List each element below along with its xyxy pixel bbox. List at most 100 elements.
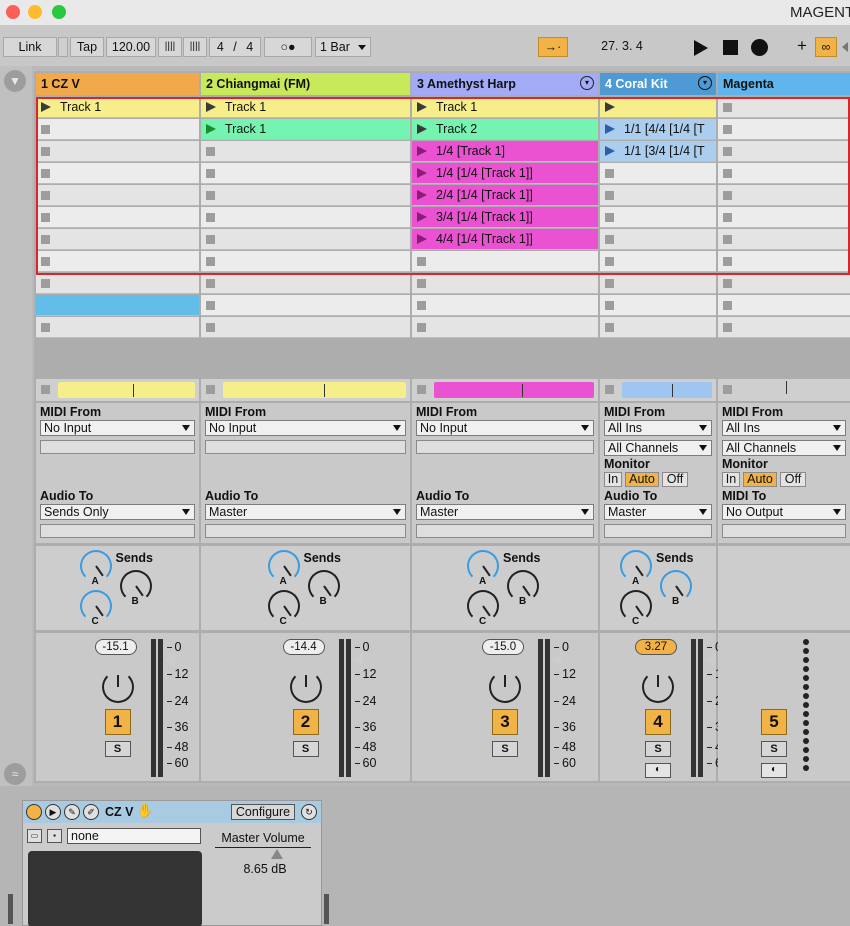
pan-knob[interactable] (642, 671, 674, 703)
clip-overview[interactable] (600, 379, 716, 401)
clip-stop-icon[interactable] (206, 147, 215, 156)
clip-slot[interactable]: Track 2 (412, 119, 598, 140)
clip-slot[interactable] (201, 295, 410, 316)
pan-knob[interactable] (101, 671, 134, 703)
add-icon[interactable]: + (791, 37, 813, 57)
record-icon[interactable] (751, 39, 768, 56)
clip-stop-icon[interactable] (206, 323, 215, 332)
clip-slot[interactable]: Track 1 (201, 97, 410, 118)
track-header[interactable]: 1 CZ V (36, 73, 199, 95)
monitor-in-button[interactable]: In (722, 472, 740, 487)
clip-slot[interactable]: Track 1 (412, 97, 598, 118)
clip-slot[interactable] (201, 207, 410, 228)
clip-slot[interactable] (718, 207, 850, 228)
clip-play-icon[interactable] (417, 168, 427, 178)
metronome-toggle[interactable]: ○● (264, 37, 312, 57)
clip-stop-icon[interactable] (41, 279, 50, 288)
stop-icon[interactable] (723, 40, 738, 55)
clip-slot[interactable] (36, 163, 199, 184)
volume-field[interactable]: -15.0 (482, 639, 524, 655)
output-dropdown[interactable]: Master (205, 504, 406, 520)
monitor-in-button[interactable]: In (604, 472, 622, 487)
clip-stop-icon[interactable] (206, 301, 215, 310)
minimize-window-button[interactable] (28, 5, 42, 19)
clip-slot[interactable] (201, 251, 410, 272)
channel-dropdown[interactable]: All Channels (604, 440, 712, 456)
clip-slot[interactable] (201, 229, 410, 250)
folder-icon[interactable]: ▭ (27, 829, 42, 843)
clip-slot[interactable] (718, 185, 850, 206)
midi-from-dropdown[interactable]: No Input (205, 420, 406, 436)
clip-play-icon[interactable] (417, 234, 427, 244)
clip-slot[interactable] (600, 97, 716, 118)
track-activator-button[interactable]: 5 (761, 709, 787, 735)
output-channel-field[interactable] (205, 524, 406, 538)
clip-slot[interactable] (718, 317, 850, 338)
clip-slot[interactable] (36, 295, 199, 316)
song-position-field[interactable]: 27. 3. 4 (570, 37, 674, 57)
clip-stop-icon[interactable] (417, 323, 426, 332)
clip-play-icon[interactable] (417, 146, 427, 156)
close-window-button[interactable] (6, 5, 20, 19)
clip-slot[interactable]: 1/4 [Track 1] (412, 141, 598, 162)
midi-from-dropdown[interactable]: All Ins (604, 420, 712, 436)
channel-field[interactable] (205, 440, 406, 454)
midi-from-dropdown[interactable]: No Input (40, 420, 195, 436)
clip-slot[interactable] (600, 251, 716, 272)
volume-fader-handle[interactable] (163, 653, 175, 667)
clip-play-icon[interactable] (417, 190, 427, 200)
clip-slot[interactable] (718, 273, 850, 294)
clip-stop-icon[interactable] (206, 169, 215, 178)
clip-stop-icon[interactable] (206, 191, 215, 200)
volume-fader-handle[interactable] (704, 653, 715, 667)
clip-slot[interactable] (718, 97, 850, 118)
master-volume-slider[interactable] (271, 849, 283, 859)
overview-stop-icon[interactable] (723, 385, 732, 394)
clip-slot[interactable] (718, 141, 850, 162)
channel-field[interactable] (40, 440, 195, 454)
volume-fader-handle[interactable] (351, 653, 363, 667)
follow-arrangement-icon[interactable]: →· (538, 37, 568, 57)
clip-slot[interactable] (718, 251, 850, 272)
pan-knob[interactable] (489, 671, 521, 703)
link-button[interactable]: Link (3, 37, 57, 57)
track-header[interactable]: 2 Chiangmai (FM) (201, 73, 410, 95)
track-header[interactable]: 3 Amethyst Harp (412, 73, 598, 95)
pan-knob[interactable] (289, 671, 322, 703)
clip-overview[interactable] (718, 379, 850, 401)
clip-stop-icon[interactable] (206, 257, 215, 266)
clip-slot[interactable] (201, 141, 410, 162)
clip-slot[interactable] (718, 163, 850, 184)
configure-button[interactable]: Configure (231, 804, 295, 820)
track-activator-button[interactable]: 4 (645, 709, 671, 735)
device-play-icon[interactable]: ▶ (45, 804, 61, 820)
track-activator-button[interactable]: 3 (492, 709, 518, 735)
clip-slot[interactable] (600, 185, 716, 206)
clip-slot[interactable] (600, 295, 716, 316)
clip-stop-icon[interactable] (723, 279, 732, 288)
track-activator-button[interactable]: 2 (292, 709, 319, 735)
output-channel-field[interactable] (40, 524, 195, 538)
solo-button[interactable]: S (761, 741, 787, 757)
tempo-field[interactable]: 120.00 (106, 37, 156, 57)
monitor-off-button[interactable]: Off (780, 472, 806, 487)
clip-stop-icon[interactable] (41, 169, 50, 178)
midi-from-dropdown[interactable]: No Input (416, 420, 594, 436)
track-fold-icon[interactable]: ▾ (580, 76, 594, 90)
clip-stop-icon[interactable] (417, 257, 426, 266)
meter-field[interactable]: 4 / 4 (209, 37, 261, 57)
clip-stop-icon[interactable] (41, 213, 50, 222)
clip-stop-icon[interactable] (723, 191, 732, 200)
clip-overview[interactable] (412, 379, 598, 401)
overview-stop-icon[interactable] (41, 385, 50, 394)
clip-stop-icon[interactable] (605, 169, 614, 178)
clip-play-icon[interactable] (605, 146, 615, 156)
clip-stop-icon[interactable] (605, 301, 614, 310)
clip-stop-icon[interactable] (41, 147, 50, 156)
clip-slot[interactable] (600, 317, 716, 338)
clip-stop-icon[interactable] (417, 279, 426, 288)
clip-slot[interactable] (718, 229, 850, 250)
clip-stop-icon[interactable] (723, 103, 732, 112)
tempo-nudge-down-icon[interactable]: |||| (158, 37, 182, 57)
clip-slot[interactable] (600, 229, 716, 250)
